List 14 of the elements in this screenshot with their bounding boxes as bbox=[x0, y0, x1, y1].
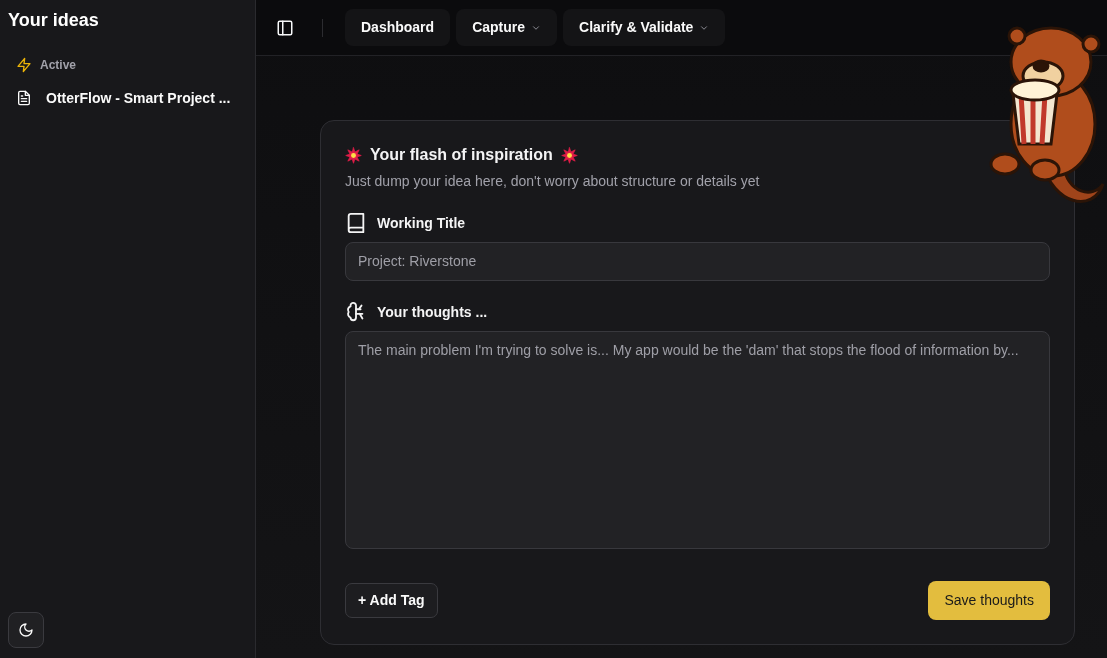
card-title: Your flash of inspiration bbox=[370, 145, 553, 165]
sidebar-item[interactable]: OtterFlow - Smart Project ... bbox=[8, 83, 247, 113]
add-tag-button[interactable]: + Add Tag bbox=[345, 583, 438, 618]
card-subtitle: Just dump your idea here, don't worry about structure or details yet bbox=[345, 172, 761, 191]
nav-item[interactable]: Clarify & Validate bbox=[563, 9, 726, 46]
nav-item[interactable]: Capture bbox=[456, 9, 558, 46]
field-label: Your thoughts ... bbox=[377, 302, 488, 322]
thoughts-textarea[interactable]: The main problem I'm trying to solve is... My app would be the 'dam' that stops the flood of information by... bbox=[345, 331, 1050, 549]
section-label: Active bbox=[40, 56, 77, 74]
title-input[interactable]: Project: Riverstone bbox=[345, 242, 1050, 281]
sidebar-title: Your ideas bbox=[8, 10, 100, 32]
save-button[interactable]: Save thoughts bbox=[928, 581, 1050, 620]
nav-item[interactable]: Dashboard bbox=[345, 9, 451, 46]
field-label: Working Title bbox=[377, 213, 466, 233]
